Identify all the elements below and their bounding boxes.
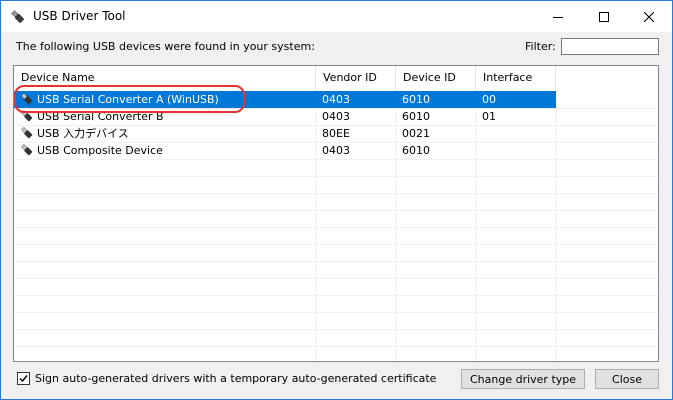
grid-line — [14, 346, 658, 347]
device-list[interactable]: Device Name Vendor ID Device ID Interfac… — [13, 65, 659, 362]
devices-found-label: The following USB devices were found in … — [16, 40, 315, 53]
vendor-id-cell: 0403 — [322, 144, 350, 157]
grid-line — [14, 278, 658, 279]
device-id-cell: 0021 — [402, 127, 430, 140]
usb-plug-icon — [21, 93, 33, 105]
usb-plug-icon — [21, 144, 33, 156]
device-name-cell: USB Serial Converter B — [37, 110, 164, 123]
minimize-icon — [553, 16, 563, 18]
table-row[interactable]: USB Serial Converter A (WinUSB) 0403 601… — [14, 91, 556, 108]
table-row[interactable]: USB Serial Converter B 0403 6010 01 — [14, 108, 556, 125]
device-id-cell: 6010 — [402, 144, 430, 157]
checkmark-icon — [19, 375, 28, 383]
close-button[interactable]: Close — [595, 369, 659, 389]
sign-drivers-checkbox[interactable] — [17, 372, 30, 385]
close-icon — [644, 11, 654, 22]
minimize-button[interactable] — [535, 1, 581, 32]
grid-line — [14, 329, 658, 330]
usb-plug-icon — [21, 127, 33, 139]
device-id-cell: 6010 — [402, 93, 430, 106]
maximize-button[interactable] — [581, 1, 627, 32]
close-window-button[interactable] — [626, 1, 672, 32]
column-header-device-name[interactable]: Device Name — [14, 66, 316, 90]
interface-cell: 01 — [482, 110, 496, 123]
grid-line — [14, 244, 658, 245]
device-name-cell: USB Composite Device — [37, 144, 163, 157]
filter-label: Filter: — [525, 40, 556, 53]
grid-line — [14, 261, 658, 262]
change-driver-type-button[interactable]: Change driver type — [461, 369, 585, 389]
column-header-vendor-id[interactable]: Vendor ID — [316, 66, 396, 90]
table-row[interactable]: USB 入力デバイス 80EE 0021 — [14, 125, 556, 142]
filter-input[interactable] — [561, 38, 659, 55]
column-header-interface[interactable]: Interface — [476, 66, 556, 90]
column-header-device-id[interactable]: Device ID — [396, 66, 476, 90]
grid-line — [14, 176, 658, 177]
grid-line — [14, 312, 658, 313]
grid-line — [14, 295, 658, 296]
vendor-id-cell: 80EE — [322, 127, 350, 140]
usb-plug-icon — [21, 110, 33, 122]
grid-line — [14, 210, 658, 211]
sign-drivers-label[interactable]: Sign auto-generated drivers with a tempo… — [35, 372, 436, 385]
title-bar: USB Driver Tool — [1, 1, 672, 32]
grid-line — [14, 193, 658, 194]
usb-driver-tool-window: USB Driver Tool The following USB device… — [0, 0, 673, 400]
interface-cell: 00 — [482, 93, 496, 106]
device-id-cell: 6010 — [402, 110, 430, 123]
grid-line — [556, 90, 557, 361]
maximize-icon — [599, 11, 609, 22]
vendor-id-cell: 0403 — [322, 110, 350, 123]
table-row[interactable]: USB Composite Device 0403 6010 — [14, 142, 556, 159]
usb-plug-icon — [11, 10, 24, 23]
device-name-cell: USB Serial Converter A (WinUSB) — [37, 93, 219, 106]
grid-line — [14, 159, 658, 160]
device-name-cell: USB 入力デバイス — [37, 127, 129, 140]
grid-line — [14, 227, 658, 228]
window-title: USB Driver Tool — [33, 9, 126, 23]
vendor-id-cell: 0403 — [322, 93, 350, 106]
